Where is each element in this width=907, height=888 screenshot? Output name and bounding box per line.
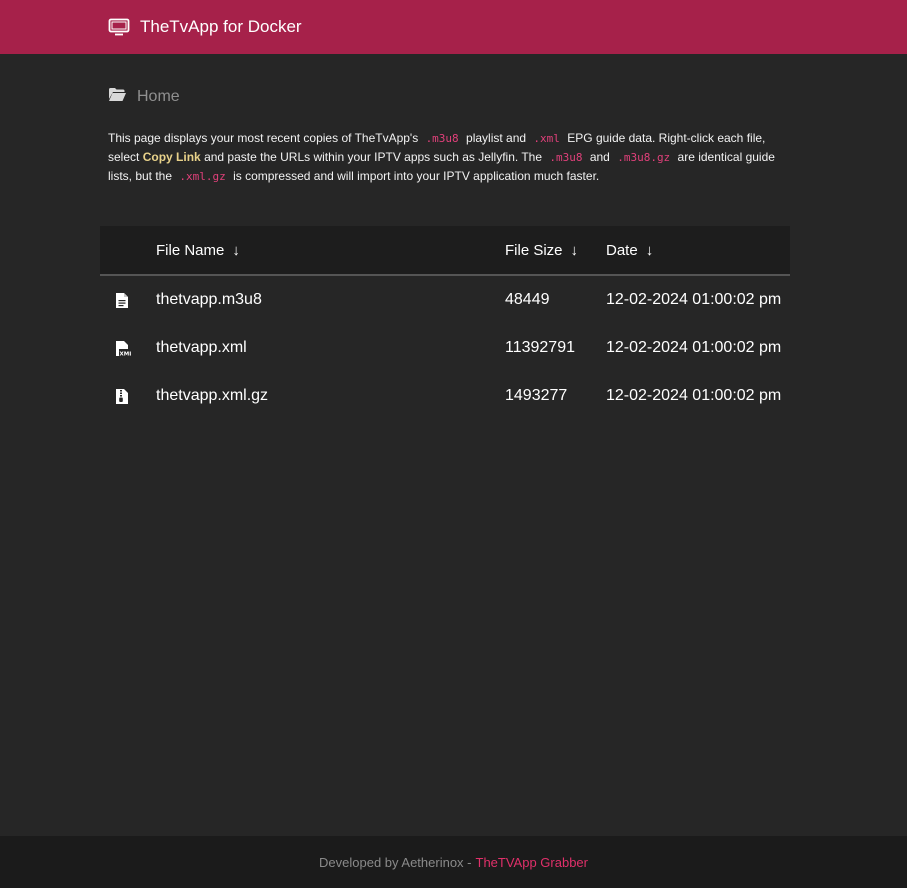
column-label: File Size [505, 241, 563, 259]
file-size: 48449 [505, 291, 550, 308]
app-title: TheTvApp for Docker [140, 17, 302, 36]
intro-text: This page displays your most recent copi… [108, 129, 798, 186]
folder-open-icon [108, 87, 127, 107]
footer: Developed by Aetherinox - TheTVApp Grabb… [0, 836, 907, 888]
breadcrumb-home[interactable]: Home [137, 88, 180, 106]
file-date: 12-02-2024 01:00:02 pm [606, 291, 782, 308]
code-m3u8-gz: .m3u8.gz [617, 151, 671, 164]
column-label: Date [606, 241, 638, 259]
code-m3u8: .m3u8 [549, 151, 583, 164]
brand-link[interactable]: TheTvApp for Docker [108, 0, 302, 54]
file-link[interactable]: thetvapp.m3u8 [156, 276, 262, 324]
file-link[interactable]: thetvapp.xml [156, 324, 247, 372]
file-link[interactable]: thetvapp.xml.gz [156, 372, 268, 420]
table-header: File Name ↓ File Size ↓ Date ↓ [100, 226, 790, 276]
intro-segment: and paste the URLs within your IPTV apps… [204, 150, 543, 164]
file-xml-icon: XML [115, 340, 133, 358]
file-text-icon [115, 292, 129, 309]
intro-segment: This page displays your most recent copi… [108, 131, 419, 145]
column-date[interactable]: Date ↓ [606, 226, 653, 274]
tv-icon [108, 18, 130, 36]
file-size: 1493277 [505, 387, 568, 404]
sort-arrow-icon: ↓ [645, 241, 654, 259]
column-file-name[interactable]: File Name ↓ [156, 226, 240, 274]
column-file-size[interactable]: File Size ↓ [505, 226, 578, 274]
sort-arrow-icon: ↓ [232, 241, 240, 259]
code-xml: .xml [533, 132, 560, 145]
table-row[interactable]: thetvapp.m3u8 48449 12-02-2024 01:00:02 … [100, 276, 790, 324]
footer-credit: Developed by Aetherinox - [319, 854, 472, 870]
code-xml-gz: .xml.gz [179, 170, 226, 183]
table-row[interactable]: XML thetvapp.xml 11392791 12-02-2024 01:… [100, 324, 790, 372]
file-table: File Name ↓ File Size ↓ Date ↓ thetvapp.… [100, 226, 790, 420]
breadcrumb: Home [108, 86, 180, 108]
column-label: File Name [156, 241, 225, 259]
svg-text:XML: XML [120, 352, 132, 358]
code-m3u8: .m3u8 [425, 132, 459, 145]
footer-link[interactable]: TheTVApp Grabber [476, 855, 588, 870]
intro-segment: is compressed and will import into your … [233, 169, 600, 183]
table-row[interactable]: thetvapp.xml.gz 1493277 12-02-2024 01:00… [100, 372, 790, 420]
file-archive-icon [115, 388, 129, 405]
intro-segment: playlist and [466, 131, 527, 145]
file-date: 12-02-2024 01:00:02 pm [606, 339, 782, 356]
file-size: 11392791 [505, 339, 575, 356]
file-date: 12-02-2024 01:00:02 pm [606, 387, 782, 404]
top-navbar: TheTvApp for Docker [0, 0, 907, 54]
copy-link-hint: Copy Link [142, 150, 201, 164]
intro-segment: and [589, 150, 610, 164]
sort-arrow-icon: ↓ [570, 241, 579, 259]
